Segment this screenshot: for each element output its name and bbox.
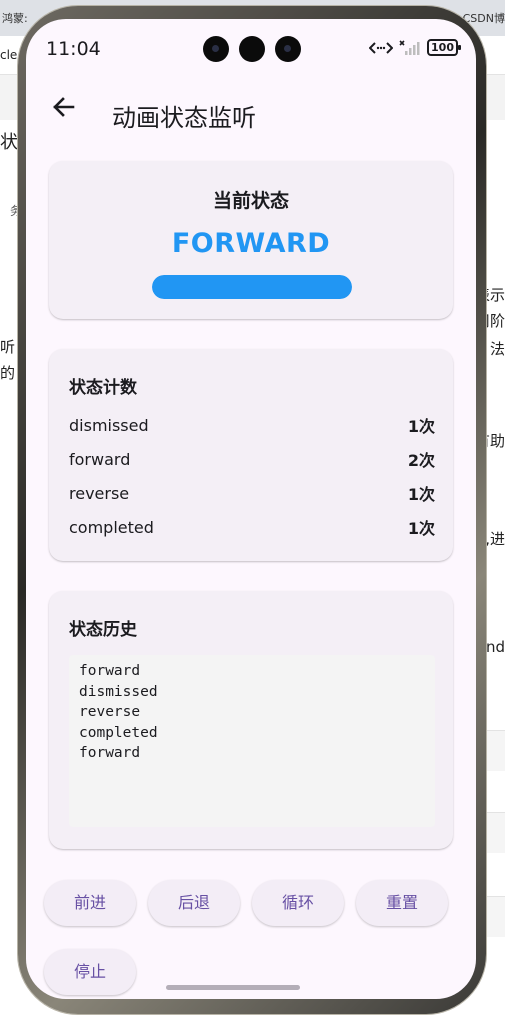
count-row-label: completed (69, 517, 154, 537)
state-history-title: 状态历史 (69, 620, 137, 640)
current-state-value: FORWARD (171, 228, 331, 259)
count-row-value: 1次 (407, 417, 435, 436)
history-entry: completed (79, 724, 158, 741)
count-row-forward: forward 2次 (69, 445, 435, 473)
animation-progress-bar (152, 275, 352, 299)
camera-dot (239, 36, 265, 62)
background-tab-left: 鸿蒙: (2, 12, 28, 25)
battery-icon: 100 (427, 39, 461, 56)
history-entry: forward (79, 745, 141, 762)
forward-button[interactable]: 前进 (44, 880, 136, 926)
background-fragment: 的 (0, 364, 16, 382)
background-fragment: cle (0, 48, 18, 62)
status-time: 11:04 (46, 38, 101, 60)
background-fragment: 法 (489, 340, 505, 358)
camera-dot (275, 36, 301, 62)
history-list: forward dismissed reverse completed forw… (79, 661, 158, 764)
current-state-label: 当前状态 (212, 190, 289, 212)
count-row-dismissed: dismissed 1次 (69, 411, 435, 439)
animation-progress-fill (152, 275, 352, 299)
background-fragment: 听 (0, 338, 16, 356)
signal-icon (399, 39, 420, 55)
back-button[interactable] (48, 91, 80, 123)
state-count-title: 状态计数 (69, 378, 137, 398)
arrow-back-icon (53, 97, 75, 117)
count-row-value: 1次 (407, 519, 435, 538)
count-row-label: reverse (69, 483, 130, 503)
current-state-card: 当前状态 FORWARD (49, 161, 453, 319)
loop-button[interactable]: 循环 (252, 880, 344, 926)
camera-dot (203, 36, 229, 62)
backward-button[interactable]: 后退 (148, 880, 240, 926)
reset-button[interactable]: 重置 (356, 880, 448, 926)
state-history-card: 状态历史 forward dismissed reverse completed… (49, 591, 453, 849)
page-title: 动画状态监听 (112, 104, 256, 132)
history-entry: dismissed (79, 683, 158, 700)
count-row-label: dismissed (69, 415, 149, 435)
status-icons: 100 (369, 39, 461, 56)
count-row-reverse: reverse 1次 (69, 479, 435, 507)
state-count-card: 状态计数 dismissed 1次 forward 2次 reverse 1次 … (49, 349, 453, 561)
count-row-value: 1次 (407, 485, 435, 504)
count-row-label: forward (69, 449, 131, 469)
app-screen: 11:04 100 动画状态监听 当前状态 FORWARD 状态计数 dismi… (26, 19, 476, 999)
background-fragment: 状 (0, 132, 18, 153)
stop-button[interactable]: 停止 (44, 949, 136, 995)
history-entry: reverse (79, 704, 141, 721)
home-indicator (166, 985, 300, 990)
count-row-value: 2次 (407, 451, 435, 470)
state-history-log[interactable]: forward dismissed reverse completed forw… (69, 655, 435, 827)
data-transfer-icon (369, 41, 393, 54)
count-row-completed: completed 1次 (69, 513, 435, 541)
history-entry: forward (79, 663, 141, 679)
